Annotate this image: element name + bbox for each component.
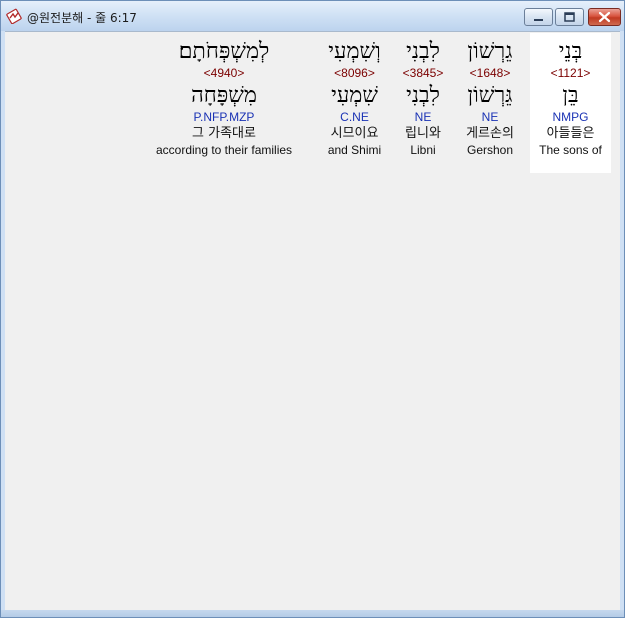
word-column[interactable]: לִבְנִי <3845> לִבְנִי NE 립니와 Libni [393,33,453,173]
english-gloss: The sons of [539,143,602,157]
korean-gloss: 그 가족대로 [192,126,256,141]
strong-number[interactable]: <4940> [145,65,303,81]
korean-gloss: 시므이요 [330,126,379,141]
hebrew-word: בְּנֵי [558,39,583,64]
lemma-word: מִשְׁפָּחָה [191,83,257,108]
parse-code: NE [414,110,432,124]
strong-number[interactable]: <8096> [317,65,392,81]
word-column[interactable]: וְשִׁמְעִי <8096> שִׁמְעִי C.NE 시므이요 and… [317,33,392,173]
strong-number[interactable]: <3845> [393,65,453,81]
parse-code: C.NE [340,110,369,124]
word-column[interactable]: בְּנֵי <1121> בֵּן NMPG 아들들은 The sons of [530,33,611,173]
hebrew-word: גֵרְשׁוֹן [467,39,513,64]
strong-number[interactable]: <1121> [530,65,611,81]
minimize-icon [534,19,543,21]
parse-code: NMPG [552,110,589,124]
window-title: @원전분해 - 줄 6:17 [27,11,137,25]
korean-gloss: 립니와 [405,126,441,141]
close-button[interactable] [588,8,621,26]
word-column[interactable]: גֵרְשׁוֹן <1648> גֵּרְשׁוֹן NE 게르손의 Gers… [457,33,523,173]
lemma-word: בֵּן [562,83,579,108]
parse-code: NE [481,110,499,124]
word-column[interactable]: לְמִשְׁפְּחֹתָם׃ <4940> מִשְׁפָּחָה P.NF… [145,33,303,173]
english-gloss: and Shimi [327,143,382,157]
strong-number[interactable]: <1648> [457,65,523,81]
title-bar[interactable]: @원전분해 - 줄 6:17 [1,1,624,31]
korean-gloss: 아들들은 [546,126,595,141]
lemma-word: שִׁמְעִי [331,83,378,108]
window-bottom-border[interactable] [1,610,624,617]
hebrew-word: לְמִשְׁפְּחֹתָם׃ [178,39,270,64]
close-icon [598,11,611,23]
lemma-word: לִבְנִי [406,83,440,108]
app-logo-icon [6,8,22,25]
korean-gloss: 게르손의 [466,126,514,141]
minimize-button[interactable] [524,8,553,26]
english-gloss: Gershon [466,143,514,157]
maximize-button[interactable] [555,8,584,26]
hebrew-word: לִבְנִי [406,39,440,64]
english-gloss: Libni [410,143,436,157]
parse-code: P.NFP.MZP [193,110,255,124]
app-window: @원전분해 - 줄 6:17 בְּנֵי <1121> בֵּן NMPG 아… [0,0,625,618]
english-gloss: according to their families [155,143,293,157]
maximize-icon [564,12,575,22]
lemma-word: גֵּרְשׁוֹן [467,83,513,108]
hebrew-word: וְשִׁמְעִי [328,39,381,64]
interlinear-view[interactable]: בְּנֵי <1121> בֵּן NMPG 아들들은 The sons of… [5,31,620,611]
